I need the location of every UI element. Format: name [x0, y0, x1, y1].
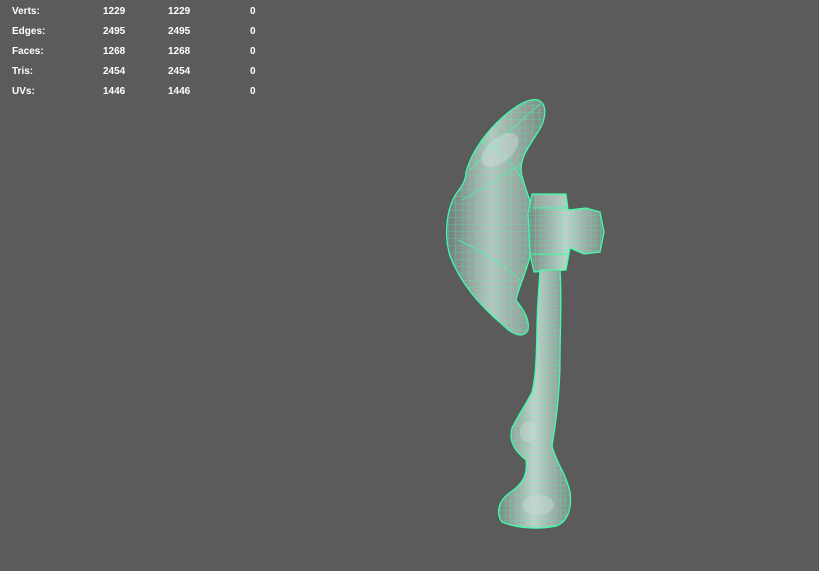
axe-head[interactable] — [525, 190, 607, 275]
3d-viewport[interactable]: Verts: 1229 1229 0 Edges: 2495 2495 0 Fa… — [0, 0, 819, 571]
axe-mesh-wireframe-icon[interactable] — [0, 0, 819, 571]
